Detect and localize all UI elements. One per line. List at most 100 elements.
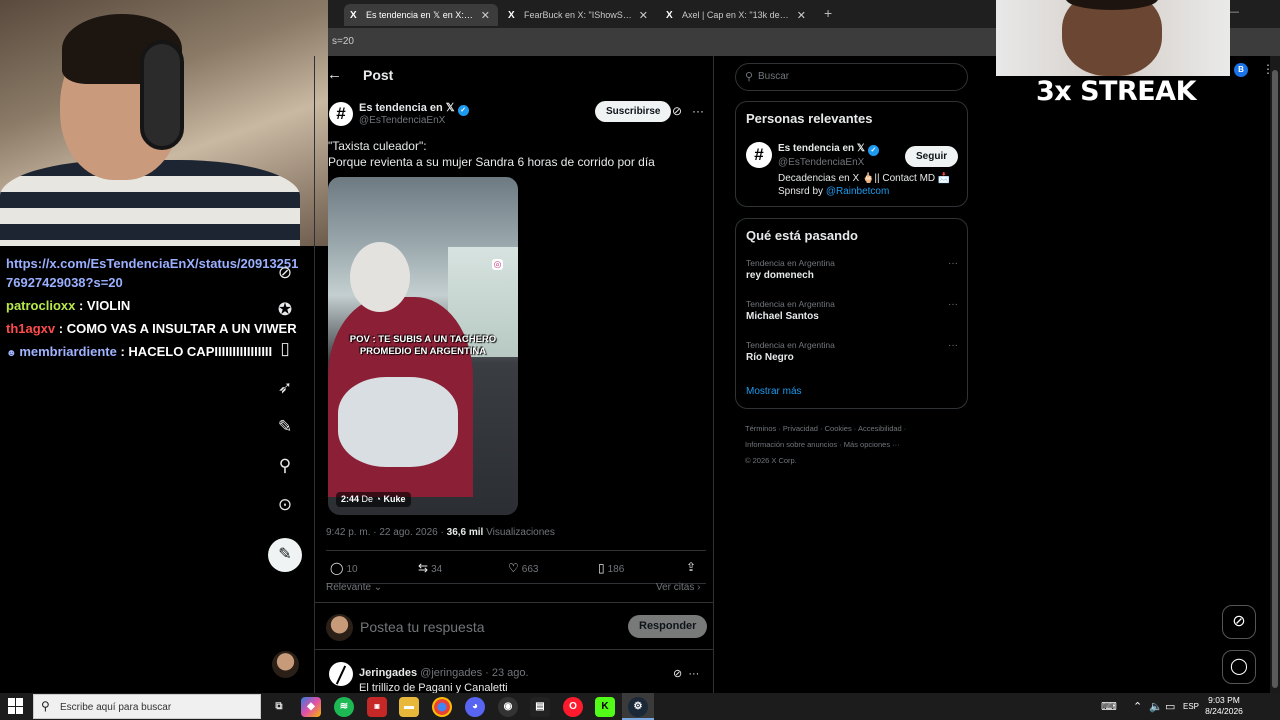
spotify-icon[interactable]: ≋ [334, 697, 354, 717]
repost-icon: ⇆ [418, 561, 429, 575]
chat-text: : VIOLIN [75, 298, 131, 313]
relevant-handle[interactable]: @EsTendenciaEnX [778, 157, 864, 168]
profile-icon[interactable]: ⚲ [274, 455, 296, 477]
trend-item[interactable]: Tendencia en Argentina rey domenech ··· [746, 258, 958, 281]
new-tab-button[interactable]: + [824, 5, 832, 21]
author-name[interactable]: Es tendencia en 𝕏 ✓ [359, 101, 469, 116]
keyboard-icon[interactable]: ⌨ [1101, 700, 1117, 713]
more-options-icon[interactable]: ··· [948, 340, 958, 351]
chrome-icon[interactable] [432, 697, 452, 717]
video-duration: 2:44 De ◔ Kuke [336, 492, 411, 507]
grok-icon[interactable]: ⊘ [274, 262, 296, 284]
app-icon[interactable]: ▤ [530, 697, 550, 717]
reply-text: El trillizo de Pagani y Canaletti [359, 682, 508, 693]
language-indicator[interactable]: ESP [1183, 702, 1199, 711]
notes-icon[interactable]: ✎ [274, 416, 296, 438]
trend-item[interactable]: Tendencia en Argentina Michael Santos ··… [746, 299, 958, 322]
chevron-up-icon[interactable]: ⌃ [1133, 700, 1142, 713]
chat-link[interactable]: https://x.com/EsTendenciaEnX/status/2091… [6, 256, 298, 290]
share-icon[interactable]: ⇪ [686, 560, 696, 574]
sort-dropdown[interactable]: Relevante ⌄ [326, 582, 382, 593]
profile-avatar[interactable]: B [1234, 63, 1248, 77]
subscribe-button[interactable]: Suscribirse [595, 101, 672, 122]
verified-badge-icon: ✓ [457, 105, 469, 116]
steam-icon[interactable]: ⚙ [628, 697, 648, 717]
page-title: Post [363, 67, 394, 83]
chat-message: https://x.com/EsTendenciaEnX/status/2091… [0, 252, 310, 294]
more-options-icon[interactable]: ··· [692, 104, 704, 118]
author-handle[interactable]: @EsTendenciaEnX [359, 115, 445, 126]
back-arrow-icon[interactable]: ← [327, 66, 342, 83]
search-icon: ⚲ [745, 71, 754, 83]
stream-chat: https://x.com/EsTendenciaEnX/status/2091… [0, 252, 310, 365]
obs-icon[interactable]: ◉ [498, 697, 518, 717]
x-logo-icon: X [350, 9, 357, 21]
bookmark-action[interactable]: ▯ 186 [598, 561, 624, 575]
bookmark-icon[interactable]: ▯ [274, 338, 296, 360]
kick-icon[interactable]: K [595, 697, 615, 717]
follow-button[interactable]: Seguir [905, 146, 959, 167]
account-avatar[interactable] [272, 651, 299, 678]
volume-icon[interactable]: 🔈 [1149, 700, 1163, 713]
system-clock[interactable]: 9:03 PM 8/24/2026 [1204, 695, 1244, 717]
taskbar-search[interactable]: ⚲ Escribe aquí para buscar [33, 694, 261, 719]
verified-badge-icon: ✓ [867, 145, 879, 156]
address-text[interactable]: s=20 [332, 36, 354, 47]
mention-link[interactable]: @Rainbetcom [826, 186, 890, 197]
scrollbar[interactable] [1270, 56, 1280, 693]
file-explorer-icon[interactable]: ▬ [399, 697, 419, 717]
like-action[interactable]: ♡ 663 [508, 561, 538, 575]
reply-action[interactable]: ◯ 10 [330, 561, 358, 575]
opera-icon[interactable]: O [563, 697, 583, 717]
task-view-icon[interactable]: ⧉ [269, 697, 289, 717]
post-text: "Taxista culeador": Porque revienta a su… [328, 139, 655, 169]
post-column: ← Post # Es tendencia en 𝕏 ✓ @EsTendencia… [314, 56, 714, 693]
more-options-icon[interactable]: ··· [948, 258, 958, 269]
tab-fearbuck[interactable]: X FearBuck en X: "IShowSpeed ra ✕ [502, 4, 656, 26]
reply-icon: ◯ [330, 561, 344, 575]
search-input[interactable]: Buscar [758, 71, 789, 82]
x-logo-icon: X [666, 9, 673, 21]
more-circle-icon[interactable]: ⊙ [274, 494, 296, 516]
show-more-link[interactable]: Mostrar más [746, 386, 802, 397]
close-tab-icon[interactable]: ✕ [797, 9, 806, 22]
app-icon[interactable]: ▣ [367, 697, 387, 717]
view-quotes-link[interactable]: Ver citas › [656, 582, 700, 593]
author-avatar[interactable]: # [329, 102, 353, 126]
reply-input[interactable]: Postea tu respuesta [360, 619, 485, 635]
search-box[interactable]: ⚲ Buscar [735, 63, 968, 91]
more-options-icon[interactable]: ··· [948, 299, 958, 310]
messages-float-button[interactable]: ◯ [1222, 650, 1256, 684]
relevant-name[interactable]: Es tendencia en 𝕏 ✓ [778, 143, 879, 156]
grok-icon[interactable]: ⊘ [672, 104, 682, 118]
trend-item[interactable]: Tendencia en Argentina Río Negro ··· [746, 340, 958, 363]
reply-options-icon[interactable]: ⊘ ··· [673, 667, 699, 680]
post-video[interactable]: ◎ POV : TE SUBIS A UN TACHERO PROMEDIO E… [328, 177, 518, 515]
close-tab-icon[interactable]: ✕ [639, 9, 648, 22]
rocket-icon[interactable]: ➶ [274, 377, 296, 399]
chat-message: patroclioxx : VIOLIN [0, 294, 310, 317]
relevant-avatar[interactable]: # [746, 142, 772, 168]
footer-links[interactable]: Términos · Privacidad · Cookies · Accesi… [745, 421, 970, 469]
relevant-bio: Decadencias en X 🖕🏻|| Contact MD 📩 Spnsr… [778, 173, 951, 197]
copilot-icon[interactable]: ◆ [301, 697, 321, 717]
windows-start-icon[interactable] [8, 698, 24, 714]
repost-action[interactable]: ⇆ 34 [418, 561, 442, 575]
close-tab-icon[interactable]: ✕ [481, 9, 490, 22]
x-logo-icon: X [508, 9, 515, 21]
chat-username: patroclioxx [6, 298, 76, 313]
taskbar-search-input[interactable]: Escribe aquí para buscar [60, 702, 171, 713]
scrollbar-thumb[interactable] [1272, 70, 1278, 688]
bookmark-icon: ▯ [598, 561, 605, 575]
reply-author-avatar[interactable] [329, 662, 353, 686]
tab-axel[interactable]: X Axel | Cap en X: "13k de person ✕ [660, 4, 814, 26]
tab-active[interactable]: X Es tendencia en 𝕏 en X: ""Taxista ✕ [344, 4, 498, 26]
compose-post-button[interactable]: ✎ [268, 538, 302, 572]
discord-icon[interactable]: ◕ [465, 697, 485, 717]
grok-float-button[interactable]: ⊘ [1222, 605, 1256, 639]
network-icon[interactable]: ▭ [1165, 700, 1175, 713]
tab-title: Es tendencia en 𝕏 en X: ""Taxista [366, 9, 475, 20]
reply-button[interactable]: Responder [628, 615, 708, 638]
reply-author[interactable]: Jeringades @jeringades · 23 ago. [359, 667, 529, 679]
verified-icon[interactable]: ✪ [274, 299, 296, 321]
